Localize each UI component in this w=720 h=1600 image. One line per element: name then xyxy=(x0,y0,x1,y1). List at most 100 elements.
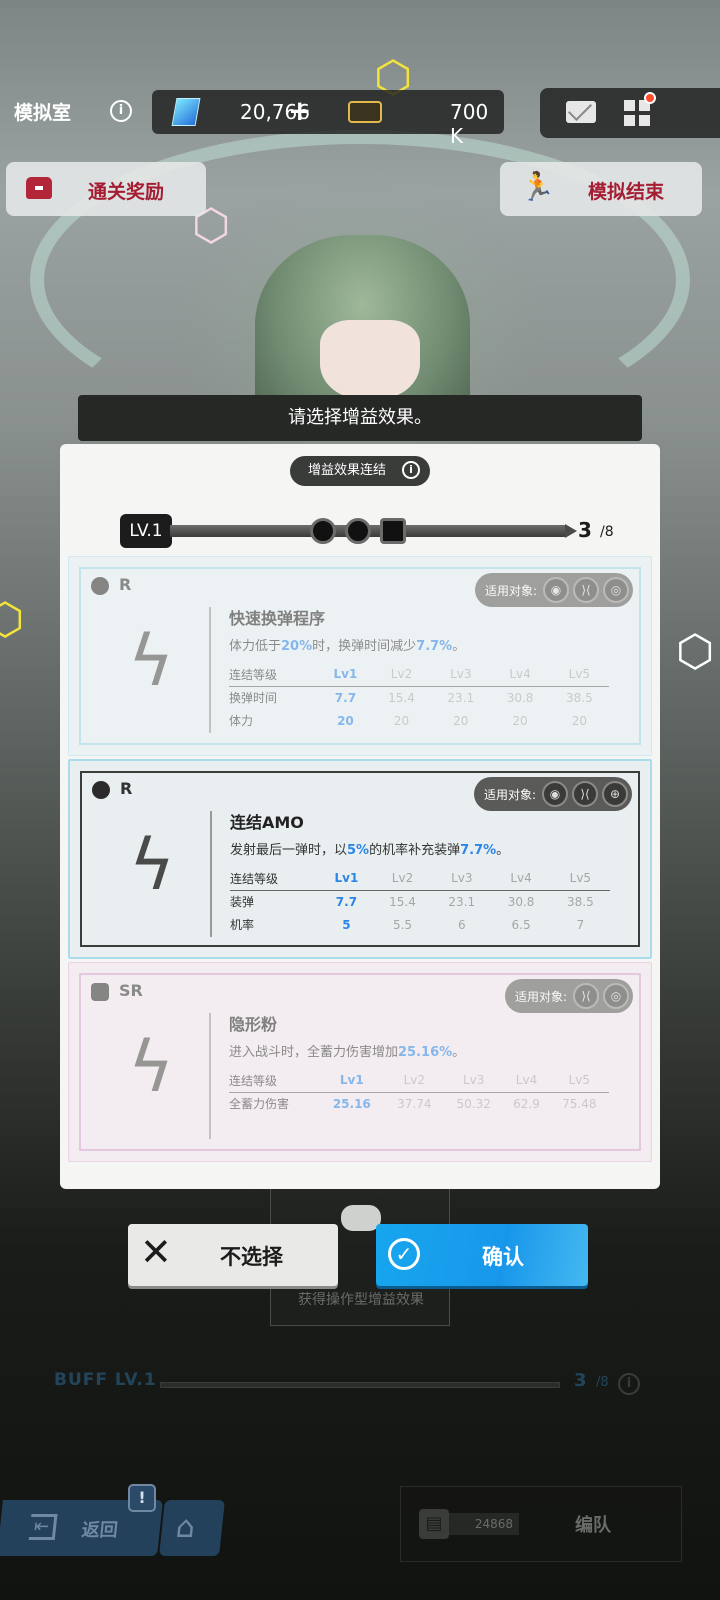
table-header: 连结等级 Lv1 Lv2 Lv3 Lv4 Lv5 xyxy=(229,1069,609,1092)
chest-icon xyxy=(26,177,52,199)
end-simulation-label: 模拟结束 xyxy=(588,181,665,203)
table-row: 装弹 7.7 15.4 23.1 30.8 38.5 xyxy=(230,894,594,910)
target-b-icon: ⟩⟨ xyxy=(573,983,599,1009)
buff-progress-count: 3 xyxy=(574,1370,587,1391)
divider xyxy=(209,607,211,733)
team-power-value: 24868 xyxy=(449,1513,519,1535)
target-b-icon: ⟩⟨ xyxy=(572,781,598,807)
target-pill: 适用对象: ⟩⟨ ◎ xyxy=(504,979,633,1013)
progress-arrow-icon xyxy=(565,524,577,538)
team-label: 编队 xyxy=(575,1515,611,1536)
buff-title: 快速换弹程序 xyxy=(229,609,326,628)
buff-type-label: 获得操作型增益效果 xyxy=(298,1292,424,1308)
rarity-icon xyxy=(91,577,109,595)
team-button[interactable]: ▤ 24868 编队 xyxy=(400,1486,682,1562)
buff-progress-track xyxy=(160,1382,560,1388)
clear-reward-button[interactable]: 通关奖励 xyxy=(6,162,206,216)
menu-grid-icon[interactable] xyxy=(624,100,650,126)
currency-bar: 20,766 + 700 K xyxy=(152,90,504,148)
character-face xyxy=(320,320,420,400)
buff-title: 隐形粉 xyxy=(229,1015,278,1034)
credit-count: 700 K xyxy=(450,100,489,148)
progress-node-circle xyxy=(310,518,336,544)
buff-info-icon[interactable]: i xyxy=(618,1373,640,1395)
progress-node-square xyxy=(380,518,406,544)
buff-card-selected[interactable]: R 适用对象: ◉ ⟩⟨ ⊕ ϟ 连结AMO 发射最后一弹时，以5%的机率补充装… xyxy=(68,759,652,959)
clear-reward-label: 通关奖励 xyxy=(88,181,165,203)
credit-icon xyxy=(348,101,382,123)
home-icon: ⌂ xyxy=(174,1510,197,1545)
alert-badge: ! xyxy=(128,1484,156,1512)
target-d-icon: ⊕ xyxy=(602,781,628,807)
table-row: 全蓄力伤害 25.16 37.74 50.32 62.9 75.48 xyxy=(229,1096,597,1112)
table-header: 连结等级 Lv1 Lv2 Lv3 Lv4 Lv5 xyxy=(230,867,610,890)
table-row: 换弹时间 7.7 15.4 23.1 30.8 38.5 xyxy=(229,690,593,706)
target-label: 适用对象: xyxy=(483,787,536,802)
target-c-icon: ◎ xyxy=(603,983,629,1009)
running-man-icon: 🏃 xyxy=(520,170,555,203)
check-icon: ✓ xyxy=(388,1238,420,1270)
buff-select-panel: 增益效果连结 i LV.1 3 /8 R 适用对象: ◉ ⟩⟨ ◎ ϟ 快速换弹… xyxy=(60,444,660,1189)
rarity-label: SR xyxy=(119,981,143,1000)
synergy-level-badge: LV.1 xyxy=(120,514,172,548)
buff-stat-table: 连结等级 Lv1 Lv2 Lv3 Lv4 Lv5 换弹时间 7.7 15.4 23.1 30.8 3… xyxy=(229,663,609,732)
add-gem-button[interactable]: + xyxy=(288,94,311,127)
buff-card[interactable]: SR 适用对象: ⟩⟨ ◎ ϟ 隐形粉 进入战斗时，全蓄力伤害增加25.16%。… xyxy=(68,962,652,1162)
page-title: 模拟室 xyxy=(14,102,72,124)
buff-description: 发射最后一弹时，以5%的机率补充装弹7.7%。 xyxy=(230,843,510,858)
mail-menu-box xyxy=(540,88,720,138)
gamepad-icon xyxy=(341,1205,381,1231)
hexagon-decoration-icon: ⬡ xyxy=(0,594,25,645)
rarity-icon xyxy=(92,781,110,799)
buff-progress-total: /8 xyxy=(596,1375,609,1390)
back-label: 返回 xyxy=(80,1520,119,1541)
synergy-progress-total: /8 xyxy=(600,524,614,540)
buff-card[interactable]: R 适用对象: ◉ ⟩⟨ ◎ ϟ 快速换弹程序 体力低于20%时，换弹时间减少7… xyxy=(68,556,652,756)
synergy-label-pill[interactable]: 增益效果连结 i xyxy=(290,456,430,486)
lightning-icon: ϟ xyxy=(127,620,175,702)
team-power-icon: ▤ xyxy=(419,1509,449,1539)
buff-level-label: BUFF LV.1 xyxy=(54,1370,157,1390)
target-a-icon: ◉ xyxy=(542,781,568,807)
confirm-label: 确认 xyxy=(482,1245,524,1269)
lightning-icon: ϟ xyxy=(128,824,176,906)
target-label: 适用对象: xyxy=(514,989,567,1004)
buff-progress-row: BUFF LV.1 3 /8 i xyxy=(50,1368,650,1402)
confirm-button[interactable]: ✓ 确认 xyxy=(376,1224,588,1286)
progress-node-circle xyxy=(345,518,371,544)
divider xyxy=(209,1013,211,1139)
target-a-icon: ◉ xyxy=(543,577,569,603)
rarity-label: R xyxy=(119,575,132,594)
target-b-icon: ⟩⟨ xyxy=(573,577,599,603)
target-c-icon: ◎ xyxy=(603,577,629,603)
end-simulation-button[interactable]: 🏃 模拟结束 xyxy=(500,162,702,216)
mail-icon[interactable] xyxy=(566,101,596,123)
synergy-label: 增益效果连结 xyxy=(308,463,387,478)
table-row: 机率 5 5.5 6 6.5 7 xyxy=(230,917,585,933)
rarity-label: R xyxy=(120,779,133,798)
target-pill: 适用对象: ◉ ⟩⟨ ⊕ xyxy=(473,777,632,811)
skip-label: 不选择 xyxy=(220,1245,283,1269)
buff-card-frame: SR 适用对象: ⟩⟨ ◎ ϟ 隐形粉 进入战斗时，全蓄力伤害增加25.16%。… xyxy=(79,973,641,1151)
exit-icon: ⇤ xyxy=(28,1514,58,1540)
home-button[interactable]: ⌂ xyxy=(159,1500,225,1556)
select-buff-banner: 请选择增益效果。 xyxy=(78,395,642,441)
target-label: 适用对象: xyxy=(484,583,537,598)
buff-stat-table: 连结等级 Lv1 Lv2 Lv3 Lv4 Lv5 全蓄力伤害 25.16 37.74 50.32… xyxy=(229,1069,609,1115)
target-pill: 适用对象: ◉ ⟩⟨ ◎ xyxy=(474,573,633,607)
close-icon: ✕ xyxy=(140,1230,172,1274)
notification-dot xyxy=(644,92,656,104)
buff-title: 连结AMO xyxy=(230,813,304,832)
synergy-progress-count: 3 xyxy=(578,518,592,542)
top-bar: 模拟室 i 20,766 + 700 K xyxy=(0,88,720,148)
table-header: 连结等级 Lv1 Lv2 Lv3 Lv4 Lv5 xyxy=(229,663,609,686)
table-row: 体力 20 20 20 20 20 xyxy=(229,713,587,729)
buff-card-frame: R 适用对象: ◉ ⟩⟨ ⊕ ϟ 连结AMO 发射最后一弹时，以5%的机率补充装… xyxy=(80,771,640,947)
buff-description: 进入战斗时，全蓄力伤害增加25.16%。 xyxy=(229,1045,466,1060)
skip-button[interactable]: ✕ 不选择 xyxy=(128,1224,338,1286)
buff-stat-table: 连结等级 Lv1 Lv2 Lv3 Lv4 Lv5 装弹 7.7 15.4 23.1 30.8 38.… xyxy=(230,867,610,936)
synergy-info-icon[interactable]: i xyxy=(402,461,420,479)
info-icon[interactable]: i xyxy=(110,100,132,122)
lightning-icon: ϟ xyxy=(127,1026,175,1108)
buff-card-frame: R 适用对象: ◉ ⟩⟨ ◎ ϟ 快速换弹程序 体力低于20%时，换弹时间减少7… xyxy=(79,567,641,745)
